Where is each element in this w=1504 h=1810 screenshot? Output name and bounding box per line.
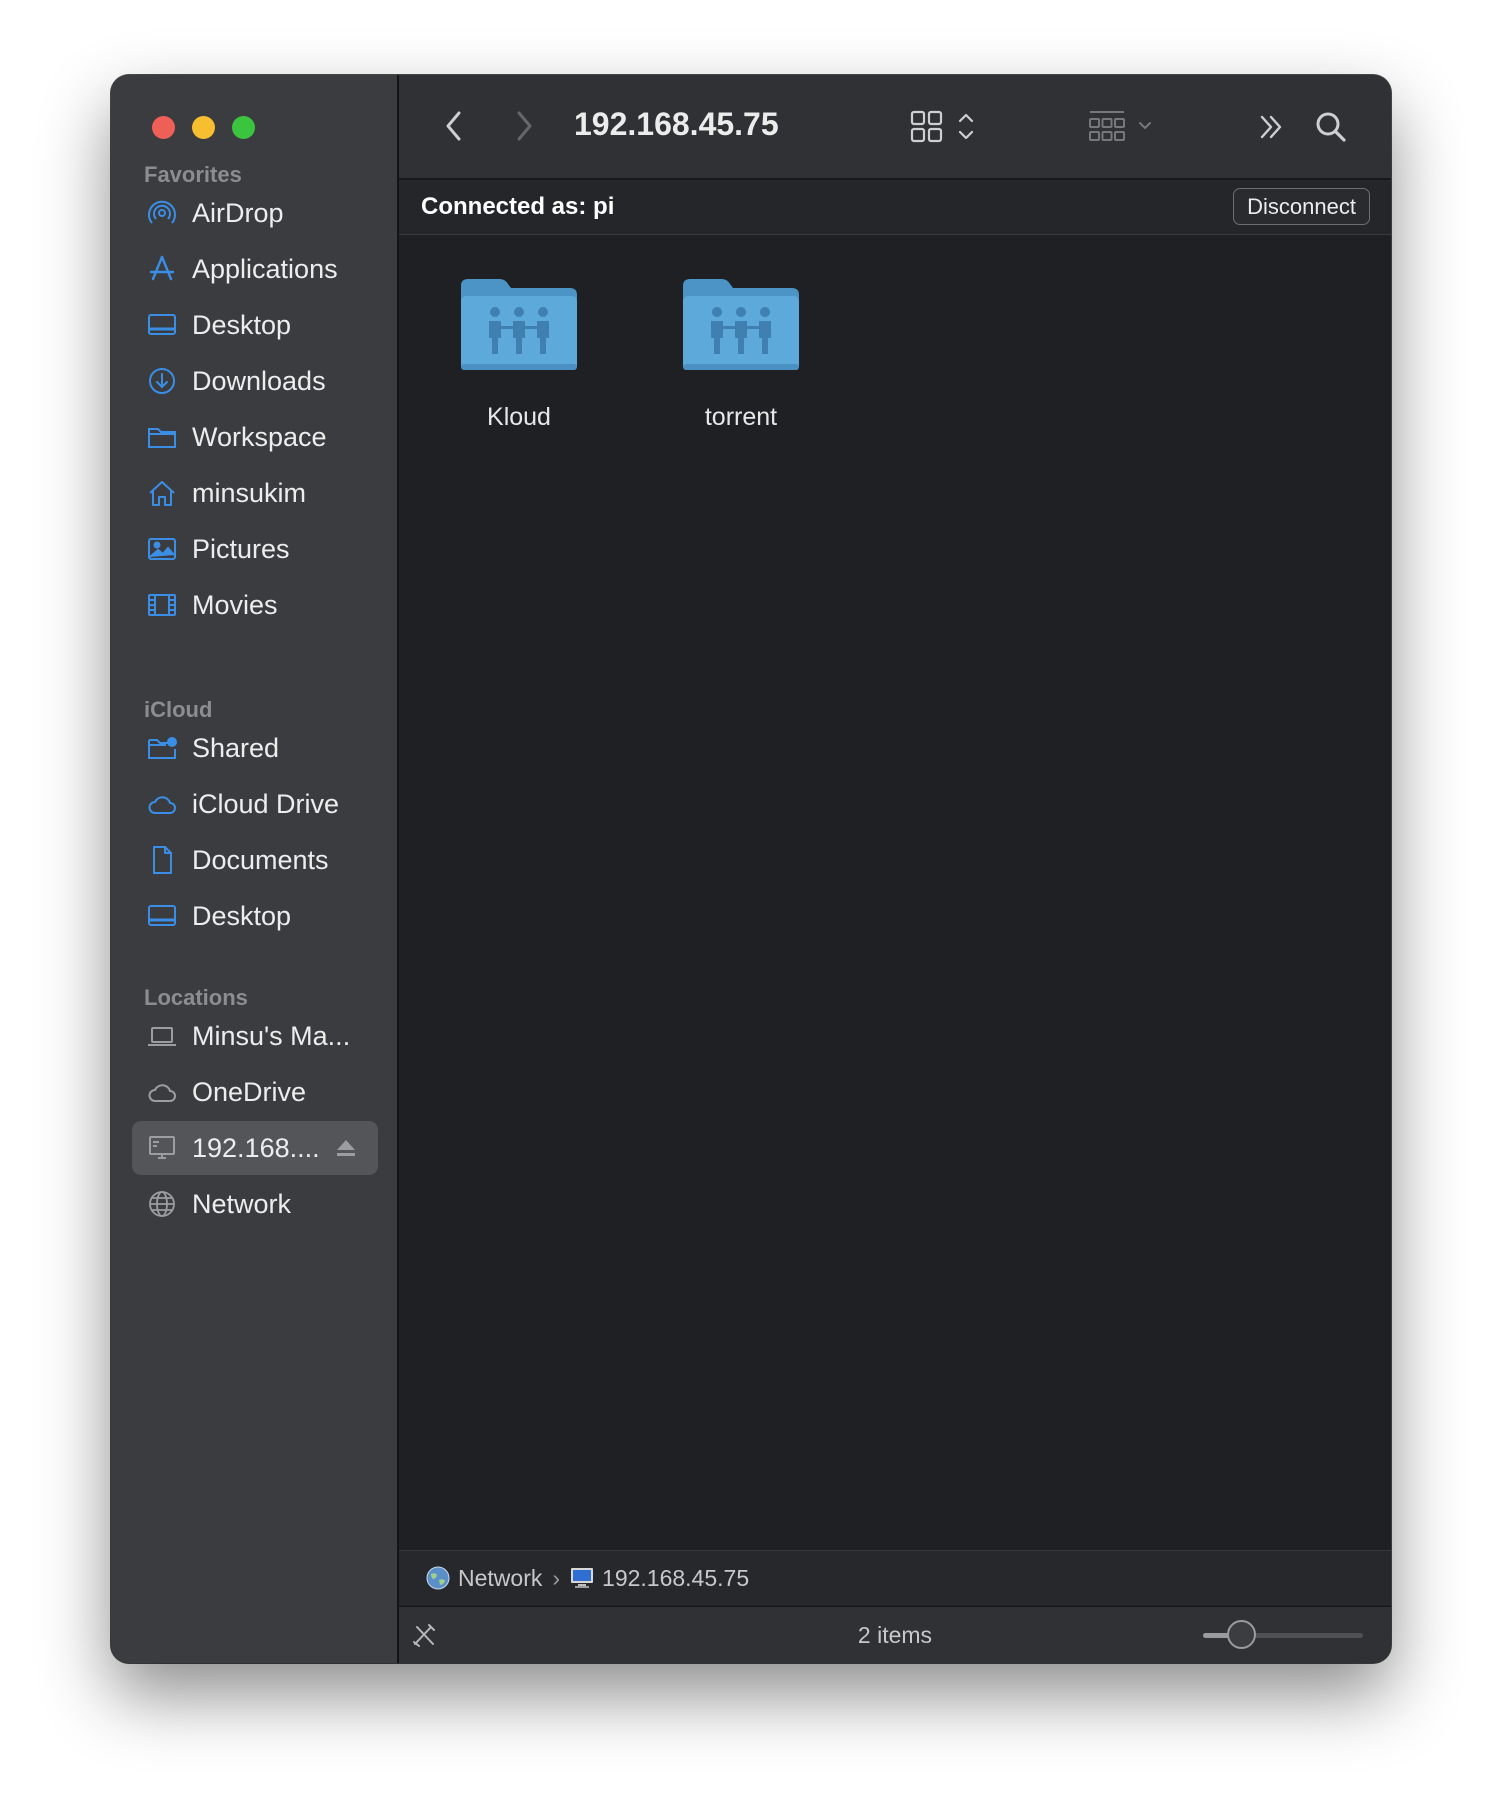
finder-window: Favorites AirDrop Applications Desktop D… xyxy=(111,75,1391,1663)
status-bar: 2 items xyxy=(399,1606,1391,1663)
folder-icon xyxy=(146,421,178,453)
globe-icon xyxy=(146,1188,178,1220)
sidebar-item-label: Desktop xyxy=(192,309,292,340)
sidebar-item-documents[interactable]: Documents xyxy=(132,833,378,887)
sidebar-item-label: minsukim xyxy=(192,477,307,508)
sidebar-item-label: 192.168.... xyxy=(192,1132,320,1163)
sidebar-item-label: Workspace xyxy=(192,421,327,452)
file-name: torrent xyxy=(704,403,778,431)
path-bar: Network › 192.168.45.75 xyxy=(399,1550,1391,1605)
search-icon xyxy=(1316,112,1346,142)
path-segment-label: Network xyxy=(458,1564,543,1591)
sidebar-item-label: Documents xyxy=(192,844,329,875)
chevron-right-icon xyxy=(517,111,532,141)
file-name: Kloud xyxy=(487,403,551,431)
applications-icon xyxy=(146,253,178,285)
disconnect-button[interactable]: Disconnect xyxy=(1233,188,1370,225)
laptop-icon xyxy=(146,1020,178,1052)
favorites-section-title: Favorites xyxy=(144,162,242,187)
file-browser: Kloud torrent xyxy=(399,235,1391,1623)
icloud-icon xyxy=(146,788,178,820)
minimize-window-button[interactable] xyxy=(192,116,215,139)
computer-icon xyxy=(571,1568,594,1588)
sidebar-item-label: Network xyxy=(192,1188,292,1219)
sidebar-item-network[interactable]: Network xyxy=(132,1177,378,1231)
downloads-icon xyxy=(146,365,178,397)
cloud-icon xyxy=(146,1076,178,1108)
eject-icon[interactable] xyxy=(334,1136,358,1160)
path-separator-icon: › xyxy=(552,1564,561,1591)
sidebar-item-movies[interactable]: Movies xyxy=(132,578,378,632)
sidebar-item-label: OneDrive xyxy=(192,1076,307,1107)
forward-button[interactable] xyxy=(509,108,539,144)
pictures-icon xyxy=(146,533,178,565)
sidebar-item-label: Applications xyxy=(192,253,338,284)
chevron-left-icon xyxy=(446,111,461,141)
search-button[interactable] xyxy=(1312,108,1350,146)
zoom-window-button[interactable] xyxy=(232,116,255,139)
path-segment-label: 192.168.45.75 xyxy=(602,1564,750,1591)
sidebar-item-workspace[interactable]: Workspace xyxy=(132,410,378,464)
sidebar: Favorites AirDrop Applications Desktop D… xyxy=(111,75,399,1663)
sidebar-item-label: iCloud Drive xyxy=(192,788,340,819)
sidebar-item-label: Pictures xyxy=(192,533,290,564)
icon-size-slider[interactable] xyxy=(1203,1620,1363,1649)
group-icon xyxy=(1089,111,1151,141)
sidebar-item-icloud-drive[interactable]: iCloud Drive xyxy=(132,777,378,831)
view-mode-button[interactable] xyxy=(909,107,981,145)
movies-icon xyxy=(146,589,178,621)
icon-view-icon xyxy=(910,110,974,143)
sidebar-item-icloud-desktop[interactable]: Desktop xyxy=(132,889,378,943)
sidebar-item-label: AirDrop xyxy=(192,197,284,228)
globe-icon xyxy=(426,1566,450,1590)
connected-as-label: Connected as: pi xyxy=(421,193,615,220)
locations-section-title: Locations xyxy=(144,985,248,1010)
shared-folder-icon xyxy=(683,279,799,370)
shared-folder-icon xyxy=(146,732,178,764)
connection-bar: Connected as: pi Disconnect xyxy=(399,180,1391,235)
airdrop-icon xyxy=(146,197,178,229)
file-item-kloud[interactable]: Kloud xyxy=(449,276,589,432)
toolbar: 192.168.45.75 xyxy=(399,75,1391,180)
double-chevron-right-icon xyxy=(1260,115,1282,139)
network-server-icon xyxy=(146,1132,178,1164)
back-button[interactable] xyxy=(439,108,469,144)
sidebar-item-label: Movies xyxy=(192,589,278,620)
desktop-icon xyxy=(146,309,178,341)
sidebar-item-downloads[interactable]: Downloads xyxy=(132,354,378,408)
home-icon xyxy=(146,477,178,509)
document-icon xyxy=(146,844,178,876)
sidebar-item-label: Shared xyxy=(192,732,280,763)
close-window-button[interactable] xyxy=(152,116,175,139)
sidebar-item-airdrop[interactable]: AirDrop xyxy=(132,186,378,240)
group-by-button[interactable] xyxy=(1087,107,1159,145)
path-segment-network[interactable]: Network xyxy=(426,1565,542,1592)
sidebar-item-server[interactable]: 192.168.... xyxy=(132,1121,378,1175)
sidebar-item-desktop[interactable]: Desktop xyxy=(132,298,378,352)
shared-folder-icon xyxy=(461,279,577,370)
desktop-icon xyxy=(146,900,178,932)
more-toolbar-button[interactable] xyxy=(1254,110,1288,144)
path-segment-server[interactable]: 192.168.45.75 xyxy=(570,1565,749,1592)
sidebar-item-label: Minsu's Ma... xyxy=(192,1020,351,1051)
icloud-section-title: iCloud xyxy=(144,697,213,722)
sidebar-item-label: Desktop xyxy=(192,900,292,931)
sidebar-item-label: Downloads xyxy=(192,365,326,396)
window-controls xyxy=(152,116,255,139)
sidebar-item-home[interactable]: minsukim xyxy=(132,466,378,520)
window-title: 192.168.45.75 xyxy=(574,106,779,142)
sidebar-item-macbook[interactable]: Minsu's Ma... xyxy=(132,1009,378,1063)
sidebar-item-onedrive[interactable]: OneDrive xyxy=(132,1065,378,1119)
sidebar-item-shared[interactable]: Shared xyxy=(132,721,378,775)
sidebar-item-pictures[interactable]: Pictures xyxy=(132,522,378,576)
file-item-torrent[interactable]: torrent xyxy=(671,276,811,432)
sidebar-item-applications[interactable]: Applications xyxy=(132,242,378,296)
